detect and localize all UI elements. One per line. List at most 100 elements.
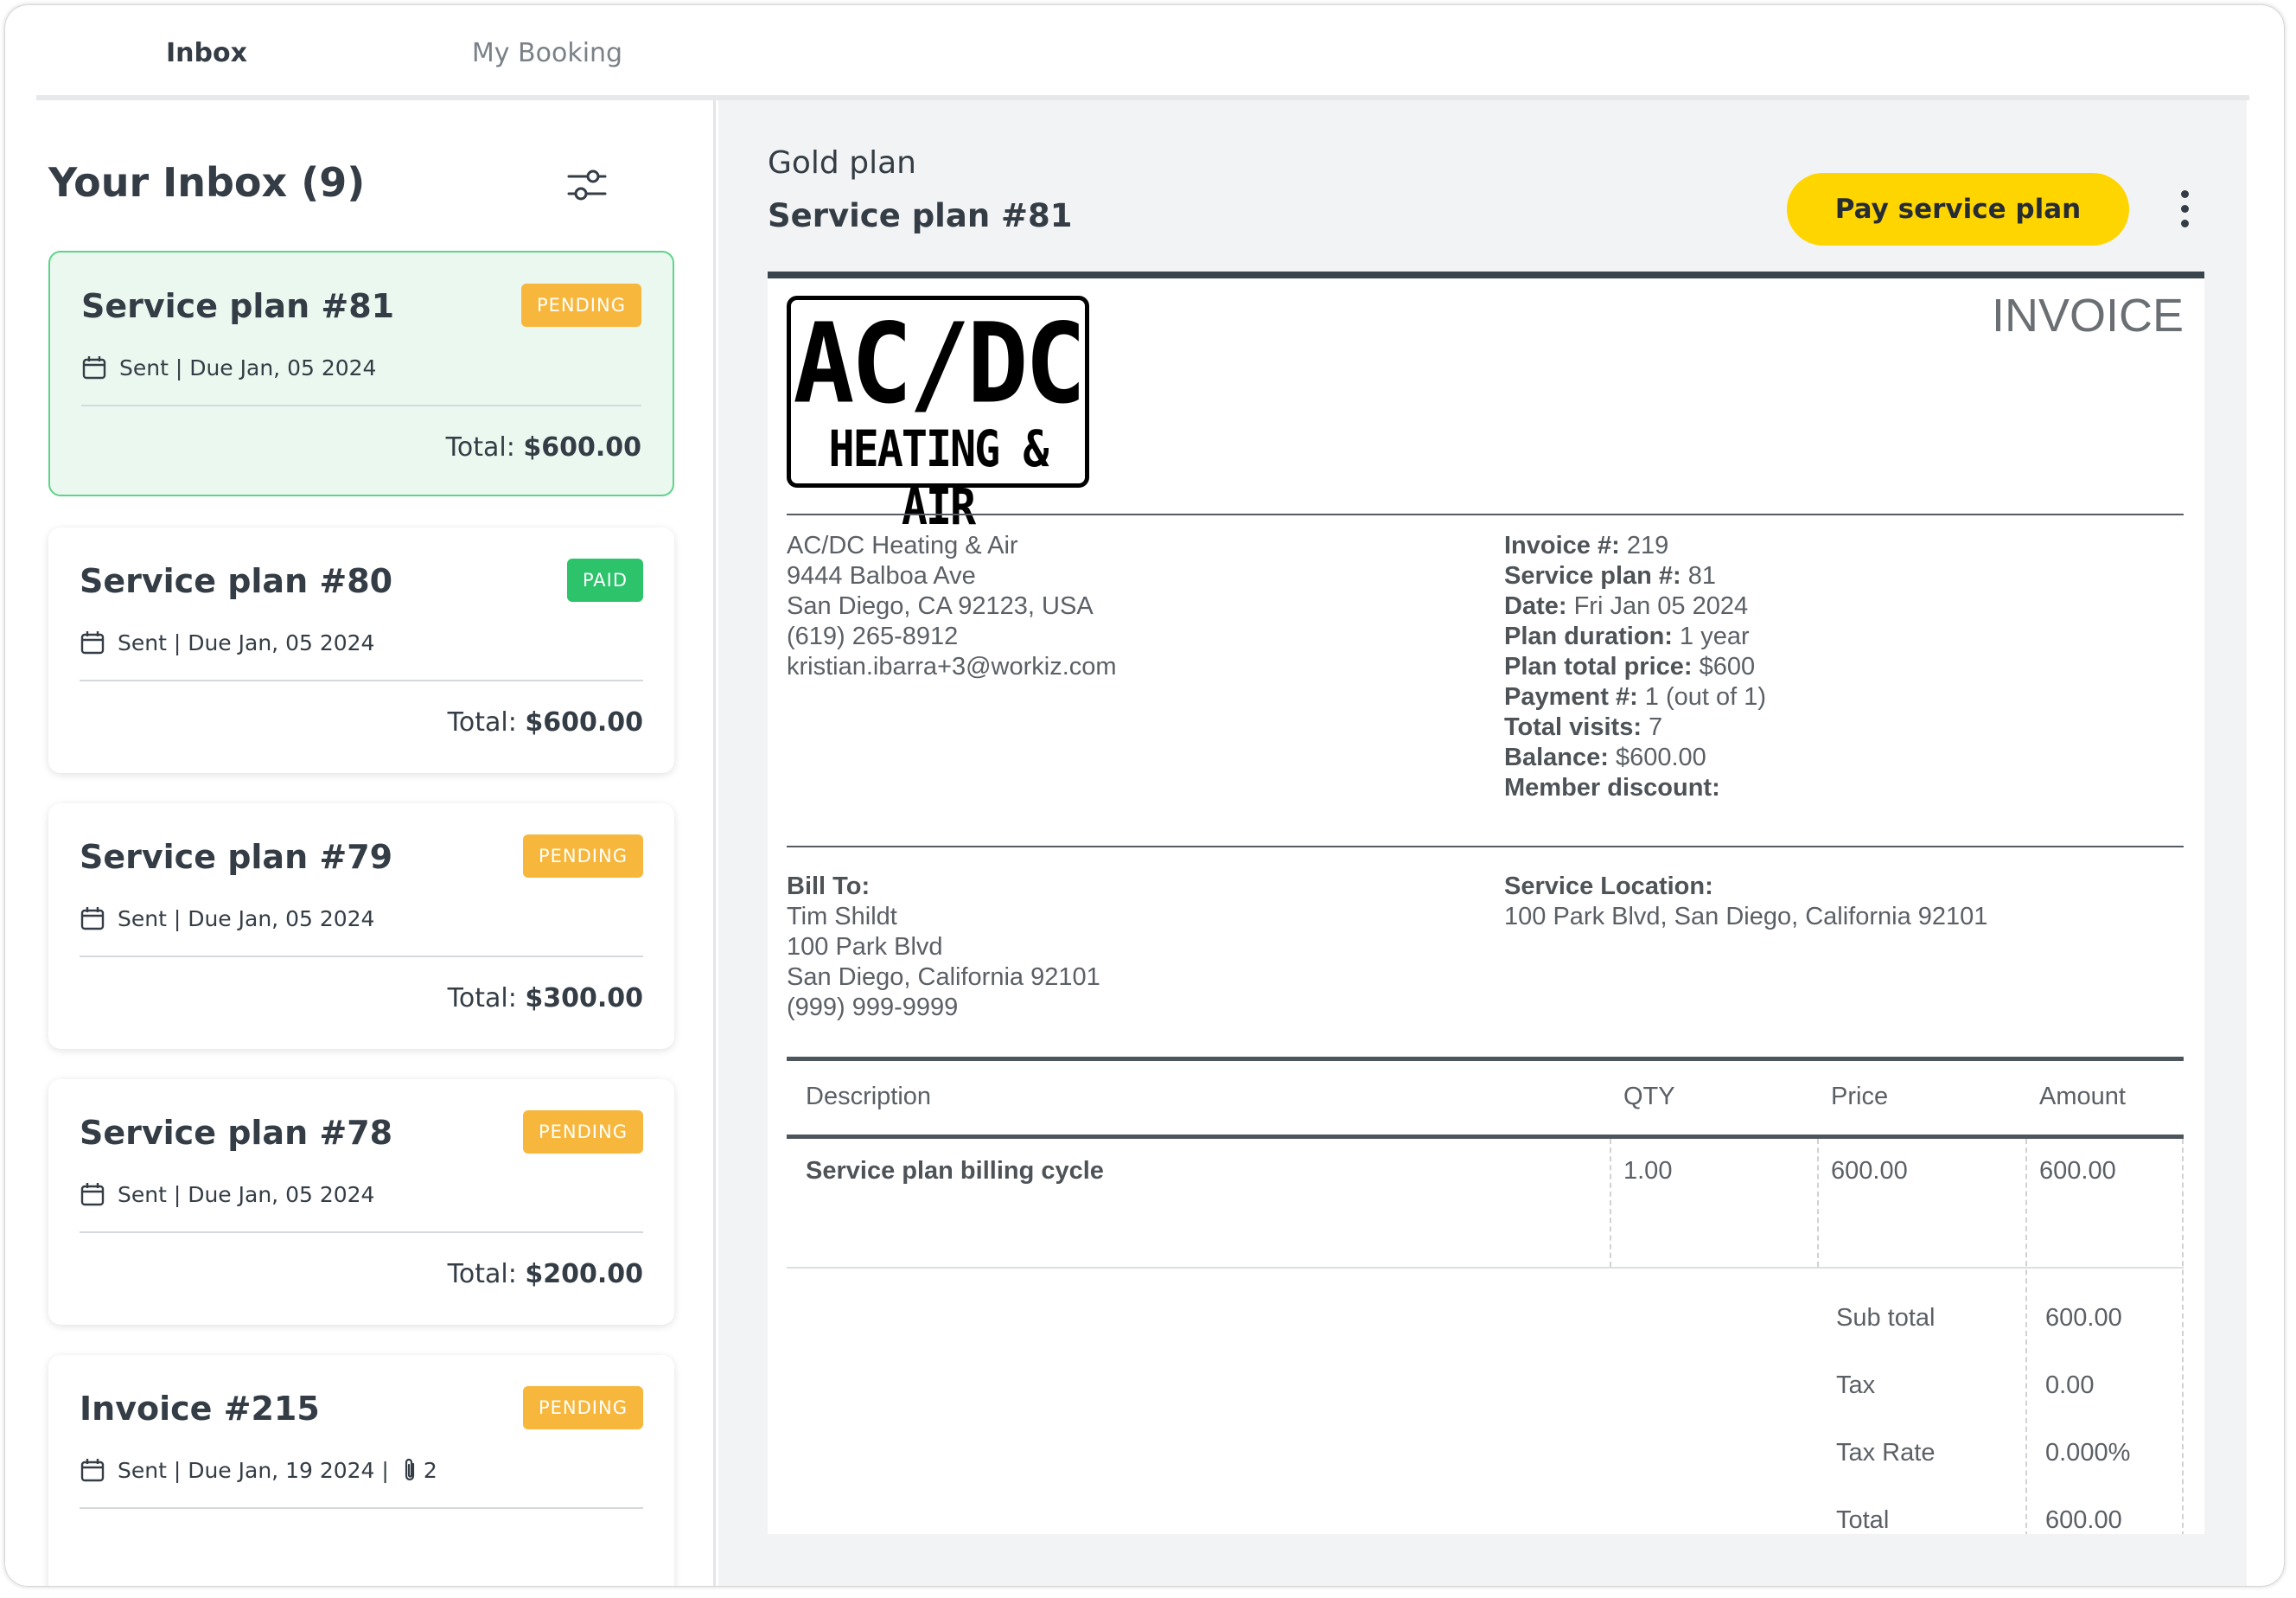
col-header-description: Description [806, 1083, 932, 1110]
inbox-card[interactable]: Service plan #80 PAID Sent | Due Jan, 05… [48, 527, 674, 773]
paperclip-icon [405, 1458, 414, 1481]
card-title: Invoice #215 [80, 1390, 320, 1428]
card-total-label: Total: [447, 983, 517, 1013]
card-meta-text: Sent | Due Jan, 19 2024 | [118, 1457, 389, 1483]
invoice-heading: INVOICE [1991, 290, 2184, 342]
meta-total-visits: Total visits: 7 [1504, 713, 1766, 743]
meta-service-plan-number: Service plan #: 81 [1504, 561, 1766, 591]
column-separator [2025, 1139, 2027, 1534]
meta-value: 81 [1681, 562, 1717, 590]
filter-button[interactable] [558, 157, 614, 213]
table-top-border [787, 1057, 2184, 1061]
pay-service-plan-button[interactable]: Pay service plan [1787, 173, 2129, 246]
meta-plan-total-price: Plan total price: $600 [1504, 652, 1766, 682]
card-meta-text: Sent | Due Jan, 05 2024 [118, 1181, 375, 1207]
tab-bar: Inbox My Booking [36, 5, 2249, 105]
logo-text-bottom: HEATING & AIR [828, 420, 1049, 536]
item-price: 600.00 [1831, 1157, 1908, 1185]
status-badge: PENDING [523, 1386, 643, 1429]
tab-inbox-label: Inbox [166, 37, 247, 68]
meta-key: Service plan #: [1504, 562, 1681, 590]
card-total-value: $300.00 [525, 983, 643, 1013]
col-header-price: Price [1831, 1083, 1889, 1110]
divider [787, 846, 2184, 847]
card-title: Service plan #81 [81, 287, 395, 325]
meta-invoice-number: Invoice #: 219 [1504, 531, 1766, 561]
company-email: kristian.ibarra+3@workiz.com [787, 653, 1117, 681]
more-vertical-icon [2171, 190, 2198, 227]
filter-sliders-icon [567, 169, 607, 201]
card-title: Service plan #78 [80, 1114, 393, 1152]
card-total: Total: $200.00 [448, 1259, 643, 1289]
card-meta-text: Sent | Due Jan, 05 2024 [118, 630, 375, 655]
meta-key: Invoice #: [1504, 532, 1620, 559]
tab-my-booking-label: My Booking [471, 37, 623, 68]
logo-text-top: AC/DC [793, 298, 1086, 428]
inbox-card[interactable]: Service plan #79 PENDING Sent | Due Jan,… [48, 803, 674, 1049]
company-name: AC/DC Heating & Air [787, 532, 1018, 559]
card-title: Service plan #79 [80, 838, 393, 876]
meta-value: $600.00 [1608, 744, 1706, 771]
subtotal-value: 600.00 [2045, 1304, 2122, 1332]
calendar-icon [82, 356, 106, 380]
header-divider [787, 1135, 2184, 1139]
company-info: AC/DC Heating & Air 9444 Balboa Ave San … [787, 531, 1117, 682]
card-total-label: Total: [445, 432, 515, 463]
calendar-icon [80, 907, 105, 930]
meta-key: Total visits: [1504, 713, 1642, 741]
card-total-value: $600.00 [525, 707, 643, 738]
subtotal-label: Sub total [1836, 1304, 1936, 1332]
meta-member-discount: Member discount: [1504, 773, 1766, 803]
app-window: Inbox My Booking Your Inbox (9) Service … [5, 5, 2284, 1586]
card-divider [80, 956, 643, 957]
card-total-label: Total: [447, 1259, 517, 1289]
meta-value: $600 [1692, 653, 1756, 681]
tax-rate-label: Tax Rate [1836, 1439, 1936, 1467]
meta-value: Fri Jan 05 2024 [1566, 592, 1749, 620]
total-value: 600.00 [2045, 1506, 2122, 1534]
more-options-button[interactable] [2171, 187, 2198, 235]
status-badge: PENDING [521, 284, 641, 327]
card-title: Service plan #80 [80, 562, 393, 600]
bill-to-name: Tim Shildt [787, 903, 897, 930]
bill-to-label: Bill To: [787, 873, 871, 900]
meta-key: Payment #: [1504, 683, 1638, 711]
inbox-card[interactable]: Service plan #78 PENDING Sent | Due Jan,… [48, 1079, 674, 1325]
meta-key: Date: [1504, 592, 1567, 620]
meta-date: Date: Fri Jan 05 2024 [1504, 591, 1766, 622]
status-badge: PENDING [523, 834, 643, 878]
item-qty: 1.00 [1623, 1157, 1673, 1185]
card-divider [80, 1231, 643, 1233]
detail-panel: Gold plan Service plan #81 Pay service p… [718, 100, 2247, 1586]
calendar-icon [80, 631, 105, 655]
col-header-amount: Amount [2039, 1083, 2126, 1110]
row-divider [787, 1267, 2184, 1269]
divider [787, 514, 2184, 515]
item-description: Service plan billing cycle [806, 1157, 1104, 1185]
col-header-qty: QTY [1623, 1083, 1675, 1110]
bill-to-street: 100 Park Blvd [787, 933, 943, 961]
meta-plan-duration: Plan duration: 1 year [1504, 622, 1766, 652]
tab-my-booking[interactable]: My Booking [377, 5, 718, 100]
service-location: Service Location: 100 Park Blvd, San Die… [1504, 872, 1987, 932]
card-meta: Sent | Due Jan, 05 2024 [80, 1181, 374, 1207]
tax-rate-value: 0.000% [2045, 1439, 2131, 1467]
column-separator [1817, 1139, 1819, 1267]
tax-value: 0.00 [2045, 1371, 2095, 1399]
company-city: San Diego, CA 92123, USA [787, 592, 1094, 620]
meta-payment-number: Payment #: 1 (out of 1) [1504, 682, 1766, 713]
inbox-card[interactable]: Invoice #215 PENDING Sent | Due Jan, 19 … [48, 1355, 674, 1586]
card-meta: Sent | Due Jan, 05 2024 [80, 905, 374, 931]
inbox-card[interactable]: Service plan #81 PENDING Sent | Due Jan,… [48, 251, 674, 496]
card-meta: Sent | Due Jan, 05 2024 [81, 355, 376, 380]
invoice-meta: Invoice #: 219 Service plan #: 81 Date: … [1504, 531, 1766, 803]
company-street: 9444 Balboa Ave [787, 562, 976, 590]
card-meta: Sent | Due Jan, 19 2024 | 2 [80, 1457, 437, 1483]
detail-title: Service plan #81 [768, 197, 1073, 234]
invoice-document: INVOICE AC/DC HEATING & AIR AC/DC Heatin… [768, 272, 2204, 1534]
card-total-label: Total: [447, 707, 517, 738]
meta-key: Plan duration: [1504, 623, 1673, 650]
tab-inbox[interactable]: Inbox [36, 5, 377, 105]
company-logo: AC/DC HEATING & AIR [787, 296, 1089, 536]
meta-key: Member discount: [1504, 774, 1720, 802]
